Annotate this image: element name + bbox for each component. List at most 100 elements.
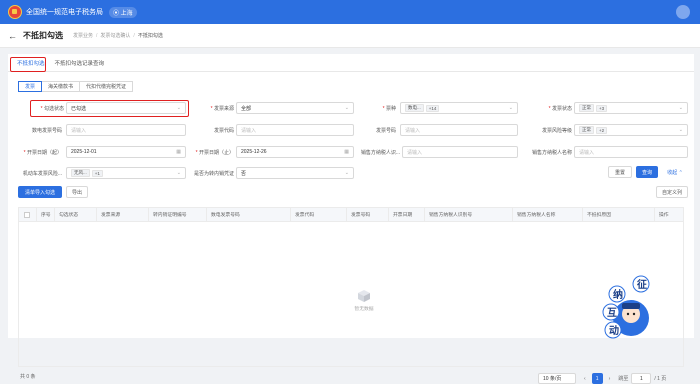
tab-withholding[interactable]: 代扣代缴完税凭证 [79, 81, 134, 92]
vehicle-risk-more: +1 [91, 169, 103, 177]
date-start-picker[interactable]: 2025-12-01 ▦ [66, 146, 186, 158]
invoice-no-label: 发票号码 [375, 128, 396, 134]
seller-name-label: 销售方纳税人名称 [531, 150, 572, 156]
date-end-label: * 开票日期（止） [195, 150, 234, 156]
region-label: 上海 [120, 10, 133, 17]
tab-no-deduct-record[interactable]: 不抵扣勾选记录查询 [50, 59, 110, 71]
mascot-char: 征 [637, 278, 647, 291]
chevron-down-icon: ⌄ [344, 105, 349, 111]
user-avatar[interactable] [676, 5, 690, 19]
chevron-down-icon: ⌄ [176, 105, 181, 111]
select-status-label: * 勾选状态 [40, 106, 64, 112]
prev-page-button[interactable]: ‹ [584, 376, 586, 382]
chevron-down-icon: ⌄ [508, 105, 513, 111]
sub-tabs: 发票 海关缴款书 代扣代缴完税凭证 [18, 81, 134, 92]
inner-voucher-value: 否 [241, 170, 247, 177]
pagination: 10 条/页 ‹ 1 › 跳至 1 / 1 页 [538, 373, 666, 384]
ticket-type-label: * 票种 [382, 106, 396, 112]
risk-level-label: 发票风险等级 [541, 128, 572, 134]
mascot-char: 纳 [613, 288, 623, 301]
inner-voucher-dropdown[interactable]: 否 ⌄ [236, 167, 354, 179]
invoice-status-chip[interactable]: 正常 [579, 104, 594, 112]
ticket-type-multiselect[interactable]: 数电... +14 ⌄ [400, 102, 518, 114]
collapse-button[interactable]: 收起 ⌃ [662, 166, 688, 178]
batch-import-button[interactable]: 清单导入勾选 [18, 186, 62, 198]
total-pages: / 1 页 [654, 376, 667, 382]
back-arrow-icon[interactable]: ← [8, 31, 17, 41]
vehicle-risk-multiselect[interactable]: 无风... +1 ⌄ [66, 167, 186, 179]
invoice-code-label: 发票代码 [213, 128, 234, 134]
mascot-char: 动 [609, 324, 619, 337]
goto-label: 跳至 [618, 376, 629, 382]
select-all-checkbox[interactable] [19, 208, 37, 221]
date-start-value: 2025-12-01 [71, 149, 97, 155]
region-selector[interactable]: ⦿ 上海 [109, 6, 137, 18]
main-card: 不抵扣勾选 不抵扣勾选记录查询 发票 海关缴款书 代扣代缴完税凭证 * 勾选状态… [8, 54, 694, 384]
next-page-button[interactable]: › [609, 376, 611, 382]
breadcrumb-item[interactable]: 发票业务 [73, 32, 93, 39]
invoice-code-input[interactable]: 请输入 [236, 124, 354, 136]
invoice-no-input[interactable]: 请输入 [400, 124, 518, 136]
seller-id-input[interactable]: 请输入 [402, 146, 518, 158]
seller-name-input[interactable]: 请输入 [574, 146, 688, 158]
col-header: 发票号码 [347, 208, 389, 221]
total-count: 共 0 条 [20, 374, 36, 380]
empty-text: 暂无数据 [354, 307, 374, 312]
page-title: 不抵扣勾选 [23, 31, 63, 40]
col-header: 操作 [659, 213, 669, 218]
chevron-down-icon: ⌄ [344, 170, 349, 176]
mascot-char: 互 [607, 307, 617, 319]
seller-id-label: 销售方纳税人识... [360, 150, 400, 156]
risk-level-chip[interactable]: 正常 [579, 126, 594, 134]
col-header: 销售方纳税人名称 [513, 208, 583, 221]
digital-no-input[interactable]: 请输入 [66, 124, 186, 136]
breadcrumb-bar: ← 不抵扣勾选 发票业务 / 发票勾选确认 / 不抵扣勾选 [0, 24, 700, 48]
service-mascot-icon[interactable]: 征 纳 互 动 [601, 274, 653, 344]
tax-bureau-logo-icon [8, 5, 22, 19]
export-button[interactable]: 导出 [66, 186, 88, 198]
select-status-value: 已勾选 [71, 105, 87, 112]
system-title: 全国统一规范电子税务局 [26, 9, 103, 16]
chevron-down-icon: ⌄ [678, 105, 683, 111]
vehicle-risk-label: 机动车发票风险... [22, 171, 62, 177]
invoice-status-multiselect[interactable]: 正常 +3 ⌄ [574, 102, 688, 114]
breadcrumb-separator: / [133, 32, 135, 39]
goto-input[interactable]: 1 [631, 373, 652, 384]
tab-customs[interactable]: 海关缴款书 [41, 81, 81, 92]
invoice-status-more: +3 [596, 104, 608, 112]
col-header: 转内销证明编号 [149, 208, 207, 221]
col-header: 序号 [37, 208, 55, 221]
query-button[interactable]: 查询 [636, 166, 658, 178]
breadcrumb-current: 不抵扣勾选 [137, 33, 163, 39]
breadcrumb-item[interactable]: 发票勾选确认 [100, 32, 130, 39]
risk-level-more: +2 [596, 126, 608, 134]
col-header: 开票日期 [389, 208, 425, 221]
col-header: 不抵扣原因 [583, 208, 655, 221]
select-status-dropdown[interactable]: 已勾选 ⌄ [66, 102, 186, 114]
col-header: 销售方纳税人识别号 [425, 208, 513, 221]
tab-invoice[interactable]: 发票 [18, 81, 43, 92]
invoice-source-label: * 发票来源 [210, 106, 234, 112]
date-end-picker[interactable]: 2025-12-26 ▦ [236, 146, 354, 158]
invoice-status-label: * 发票状态 [548, 106, 572, 112]
date-end-value: 2025-12-26 [241, 149, 267, 155]
col-header: 发票代码 [291, 208, 347, 221]
col-header: 勾选状态 [55, 208, 97, 221]
custom-columns-button[interactable]: 自定义列 [656, 186, 688, 198]
invoice-table: 序号 勾选状态 发票来源 转内销证明编号 数电发票号码 发票代码 发票号码 开票… [18, 207, 684, 367]
col-header: 数电发票号码 [207, 208, 291, 221]
highlight-box-tab [10, 57, 46, 72]
invoice-source-dropdown[interactable]: 全部 ⌄ [236, 102, 354, 114]
col-header: 发票来源 [97, 208, 149, 221]
inner-voucher-label: 是否为转内销凭证 [193, 171, 234, 177]
calendar-icon: ▦ [344, 149, 349, 155]
page-size-select[interactable]: 10 条/页 [538, 373, 576, 384]
reset-button[interactable]: 重置 [608, 166, 632, 178]
table-header: 序号 勾选状态 发票来源 转内销证明编号 数电发票号码 发票代码 发票号码 开票… [19, 208, 683, 222]
page-number-current[interactable]: 1 [591, 373, 603, 384]
ticket-type-chip[interactable]: 数电... [405, 104, 424, 112]
risk-level-multiselect[interactable]: 正常 +2 ⌄ [574, 124, 688, 136]
vehicle-risk-chip[interactable]: 无风... [71, 169, 90, 177]
digital-no-label: 数电发票号码 [31, 128, 62, 134]
empty-box-icon [356, 288, 372, 302]
